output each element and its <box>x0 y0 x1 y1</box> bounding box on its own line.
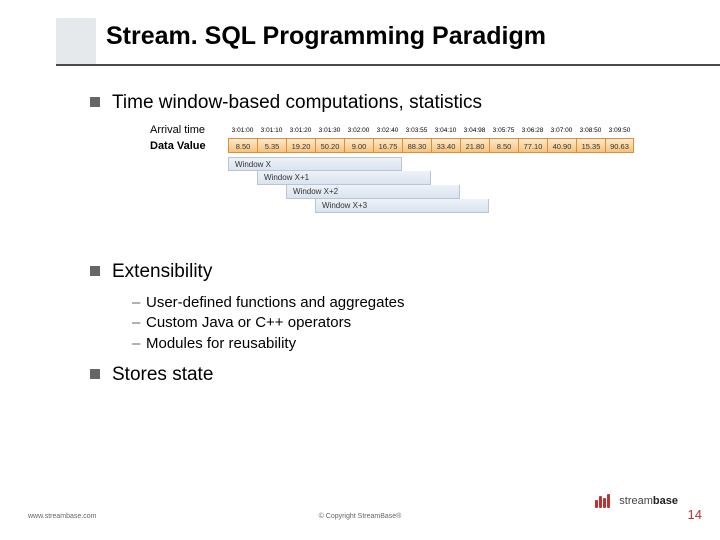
data-cell: 40.90 <box>547 138 576 153</box>
logo-text-bold: base <box>653 495 678 507</box>
arrival-row: Arrival time 3:01:00 3:01:10 3:01:20 3:0… <box>150 124 700 136</box>
bullet-square-icon <box>90 97 100 107</box>
data-row: Data Value 8.50 5.35 19.20 50.20 9.00 16… <box>150 138 700 153</box>
arrival-cell: 3:01:30 <box>315 127 344 134</box>
arrival-cell: 3:03:55 <box>402 127 431 134</box>
title-bar: Stream. SQL Programming Paradigm <box>56 18 720 66</box>
data-cell: 88.30 <box>402 138 431 153</box>
data-label: Data Value <box>150 140 228 152</box>
arrival-cells: 3:01:00 3:01:10 3:01:20 3:01:30 3:02:00 … <box>228 127 634 134</box>
title-rule <box>56 64 720 66</box>
arrival-cell: 3:04:10 <box>431 127 460 134</box>
arrival-cell: 3:02:40 <box>373 127 402 134</box>
sub-text: User-defined functions and aggregates <box>146 294 405 311</box>
arrival-cell: 3:04:98 <box>460 127 489 134</box>
data-cell: 8.50 <box>489 138 518 153</box>
window-row: Window X+3 <box>315 199 489 213</box>
bullet-stores-state: Stores state <box>90 364 700 386</box>
footer: www.streambase.com © Copyright StreamBas… <box>0 502 720 522</box>
window-row: Window X+2 <box>286 185 460 199</box>
window-row: Window X <box>228 157 402 171</box>
title-accent <box>56 18 96 64</box>
page-number: 14 <box>688 507 702 522</box>
streambase-logo: streambase <box>595 494 678 508</box>
sub-bullet: –Modules for reusability <box>132 334 700 354</box>
sub-text: Modules for reusability <box>146 335 296 352</box>
arrival-cell: 3:08:50 <box>576 127 605 134</box>
section-stores-state: Stores state <box>90 364 700 386</box>
logo-mark-icon <box>595 494 615 508</box>
sub-bullet: –User-defined functions and aggregates <box>132 293 700 313</box>
page-title: Stream. SQL Programming Paradigm <box>106 22 546 51</box>
data-cell: 19.20 <box>286 138 315 153</box>
data-cell: 21.80 <box>460 138 489 153</box>
data-cell: 15.35 <box>576 138 605 153</box>
arrival-cell: 3:02:00 <box>344 127 373 134</box>
arrival-cell: 3:01:20 <box>286 127 315 134</box>
body: Time window-based computations, statisti… <box>90 92 700 396</box>
bullet-time-window: Time window-based computations, statisti… <box>90 92 700 114</box>
arrival-label: Arrival time <box>150 124 228 136</box>
window-row: Window X+1 <box>257 171 431 185</box>
logo-text-prefix: stream <box>619 495 653 507</box>
arrival-cell: 3:09:50 <box>605 127 634 134</box>
arrival-cell: 3:01:10 <box>257 127 286 134</box>
timeseries-block: Arrival time 3:01:00 3:01:10 3:01:20 3:0… <box>150 124 700 213</box>
bullet-extensibility: Extensibility <box>90 261 700 283</box>
bullet-text: Stores state <box>112 364 213 385</box>
slide: Stream. SQL Programming Paradigm Time wi… <box>0 0 720 540</box>
arrival-cell: 3:06:28 <box>518 127 547 134</box>
window-stack: Window X Window X+1 Window X+2 Window X+… <box>228 157 700 213</box>
data-cell: 90.63 <box>605 138 634 153</box>
arrival-cell: 3:05:75 <box>489 127 518 134</box>
logo-text: streambase <box>619 495 678 507</box>
data-cell: 9.00 <box>344 138 373 153</box>
section-extensibility: Extensibility –User-defined functions an… <box>90 261 700 354</box>
bullet-square-icon <box>90 369 100 379</box>
sub-bullet: –Custom Java or C++ operators <box>132 313 700 333</box>
data-cell: 50.20 <box>315 138 344 153</box>
data-cell: 8.50 <box>228 138 257 153</box>
data-cells: 8.50 5.35 19.20 50.20 9.00 16.75 88.30 3… <box>228 138 634 153</box>
bullet-text: Extensibility <box>112 261 212 282</box>
footer-copyright: © Copyright StreamBase® <box>0 513 720 520</box>
arrival-cell: 3:07:00 <box>547 127 576 134</box>
data-cell: 33.40 <box>431 138 460 153</box>
arrival-cell: 3:01:00 <box>228 127 257 134</box>
bullet-text: Time window-based computations, statisti… <box>112 92 482 113</box>
sub-text: Custom Java or C++ operators <box>146 314 351 331</box>
bullet-square-icon <box>90 266 100 276</box>
data-cell: 5.35 <box>257 138 286 153</box>
data-cell: 16.75 <box>373 138 402 153</box>
data-cell: 77.10 <box>518 138 547 153</box>
